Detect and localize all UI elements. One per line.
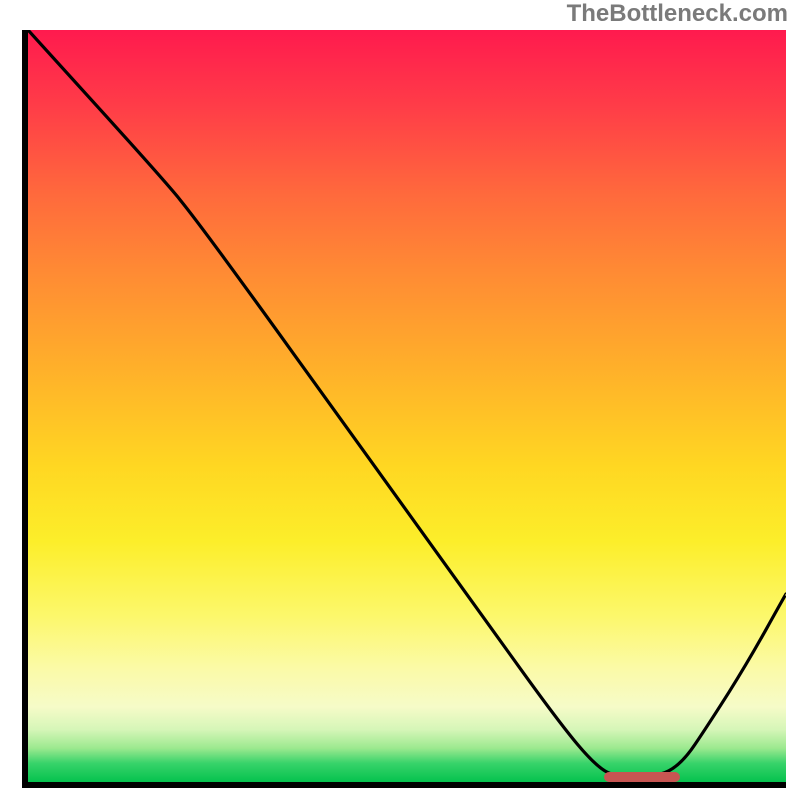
optimal-range-marker bbox=[604, 772, 680, 782]
bottleneck-curve bbox=[28, 30, 786, 782]
curve-path bbox=[28, 30, 786, 778]
chart-container: TheBottleneck.com bbox=[0, 0, 800, 800]
plot-area bbox=[22, 30, 786, 788]
watermark-text: TheBottleneck.com bbox=[567, 0, 788, 28]
